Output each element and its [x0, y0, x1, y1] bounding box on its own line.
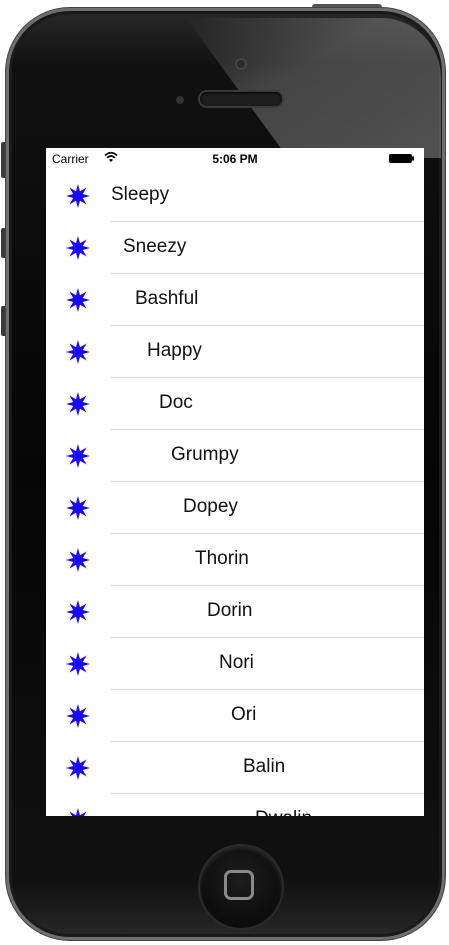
list-item-label: Doc	[159, 392, 193, 413]
list-item[interactable]: Ori	[46, 690, 424, 742]
star-icon	[66, 340, 90, 364]
battery-icon	[389, 154, 414, 163]
list-item[interactable]: Thorin	[46, 534, 424, 586]
list-item-label: Thorin	[195, 548, 249, 569]
star-icon	[66, 756, 90, 780]
star-icon	[66, 444, 90, 468]
star-icon	[66, 548, 90, 572]
list-item-label: Happy	[147, 340, 202, 361]
home-square-icon	[224, 870, 254, 900]
list-item-label: Sleepy	[111, 184, 170, 205]
proximity-sensor	[176, 96, 184, 104]
list-item-label: Balin	[243, 756, 286, 777]
list-item-label: Bashful	[135, 288, 199, 309]
star-icon	[69, 808, 87, 816]
list-item-label: Sneezy	[123, 236, 187, 257]
list-item[interactable]: Nori	[46, 638, 424, 690]
list-item-label: Dopey	[183, 496, 238, 517]
device-stage: Carrier 5:06 PM Sleepy Sneezy Bashful Happy…	[0, 0, 449, 945]
star-icon	[66, 600, 90, 624]
screen: Carrier 5:06 PM Sleepy Sneezy Bashful Happy…	[46, 148, 424, 816]
list-item[interactable]: Doc	[46, 378, 424, 430]
list-item[interactable]: Dopey	[46, 482, 424, 534]
star-icon	[66, 288, 90, 312]
list-item[interactable]: Dorin	[46, 586, 424, 638]
front-camera	[235, 58, 247, 70]
list-item-label: Nori	[219, 652, 254, 673]
list-item[interactable]: Grumpy	[46, 430, 424, 482]
star-icon	[66, 496, 90, 520]
earpiece-speaker	[200, 92, 282, 106]
list-item[interactable]: Sneezy	[46, 222, 424, 274]
glass-reflection	[186, 18, 441, 158]
list-item-label: Ori	[231, 704, 257, 725]
list-item-label: Dorin	[207, 600, 253, 621]
dwarf-list: Sleepy Sneezy Bashful Happy Doc Grumpy Dopey Th…	[46, 170, 424, 816]
star-icon	[66, 652, 90, 676]
star-icon	[66, 184, 90, 208]
list-item-label: Grumpy	[171, 444, 239, 465]
list-item[interactable]: Dwalin	[46, 794, 424, 816]
list-item[interactable]: Sleepy	[46, 170, 424, 222]
list-item[interactable]: Bashful	[46, 274, 424, 326]
list-item-label: Dwalin	[255, 808, 312, 816]
status-bar: Carrier 5:06 PM	[46, 148, 424, 168]
status-time: 5:06 PM	[212, 152, 258, 166]
list-item[interactable]: Balin	[46, 742, 424, 794]
list-item[interactable]: Happy	[46, 326, 424, 378]
star-icon	[66, 704, 90, 728]
star-icon	[66, 236, 90, 260]
star-icon	[66, 392, 90, 416]
home-button[interactable]	[200, 846, 282, 928]
